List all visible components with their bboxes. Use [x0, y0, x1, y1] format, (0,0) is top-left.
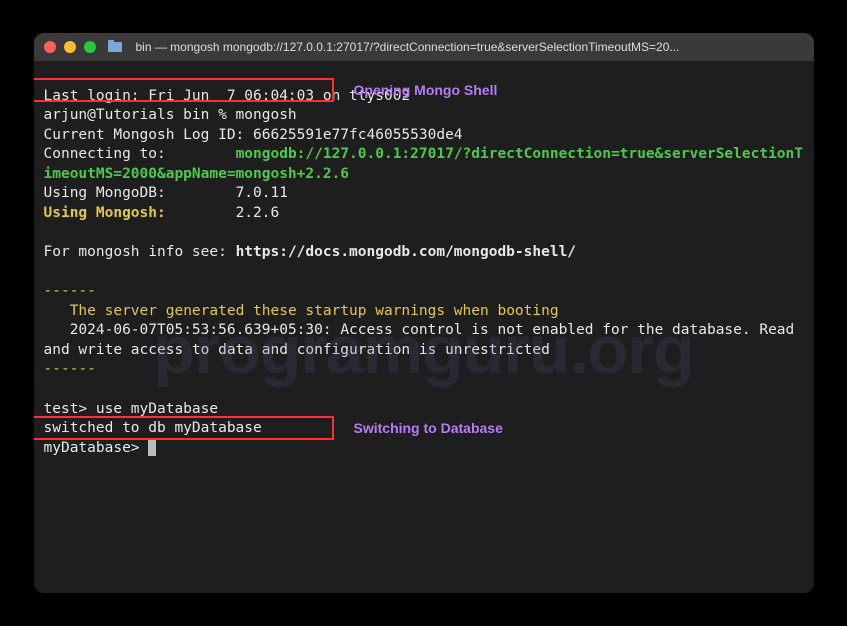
log-id-line: Current Mongosh Log ID: 66625591e77fc460… — [44, 127, 463, 143]
window-title: bin — mongosh mongodb://127.0.0.1:27017/… — [136, 40, 804, 54]
info-url: https://docs.mongodb.com/mongodb-shell/ — [236, 244, 576, 260]
cursor-icon — [148, 440, 156, 456]
warning-body: 2024-06-07T05:53:56.639+05:30: Access co… — [44, 322, 804, 358]
titlebar: bin — mongosh mongodb://127.0.0.1:27017/… — [34, 33, 814, 61]
dashes-top: ------ — [44, 283, 96, 299]
annotation-open-shell: Opening Mongo Shell — [354, 81, 498, 100]
mongosh-version: 2.2.6 — [236, 205, 280, 221]
annotation-switch-db: Switching to Database — [354, 419, 503, 438]
using-mongodb-label: Using MongoDB: — [44, 185, 166, 201]
warning-header: The server generated these startup warni… — [44, 303, 559, 319]
terminal-body[interactable]: Last login: Fri Jun 7 06:04:03 on ttys00… — [34, 61, 814, 593]
close-icon[interactable] — [44, 41, 56, 53]
terminal-window: bin — mongosh mongodb://127.0.0.1:27017/… — [34, 33, 814, 593]
minimize-icon[interactable] — [64, 41, 76, 53]
connecting-label: Connecting to: — [44, 146, 166, 162]
shell-prompt-line: arjun@Tutorials bin % mongosh — [44, 107, 297, 123]
using-mongosh-label: Using Mongosh: — [44, 205, 166, 221]
switched-line: switched to db myDatabase — [44, 420, 262, 436]
dashes-bottom: ------ — [44, 361, 96, 377]
info-label: For mongosh info see: — [44, 244, 236, 260]
mongodb-version: 7.0.11 — [236, 185, 288, 201]
maximize-icon[interactable] — [84, 41, 96, 53]
new-prompt: myDatabase> — [44, 440, 149, 456]
folder-icon — [108, 42, 122, 52]
test-prompt-line: test> use myDatabase — [44, 401, 219, 417]
